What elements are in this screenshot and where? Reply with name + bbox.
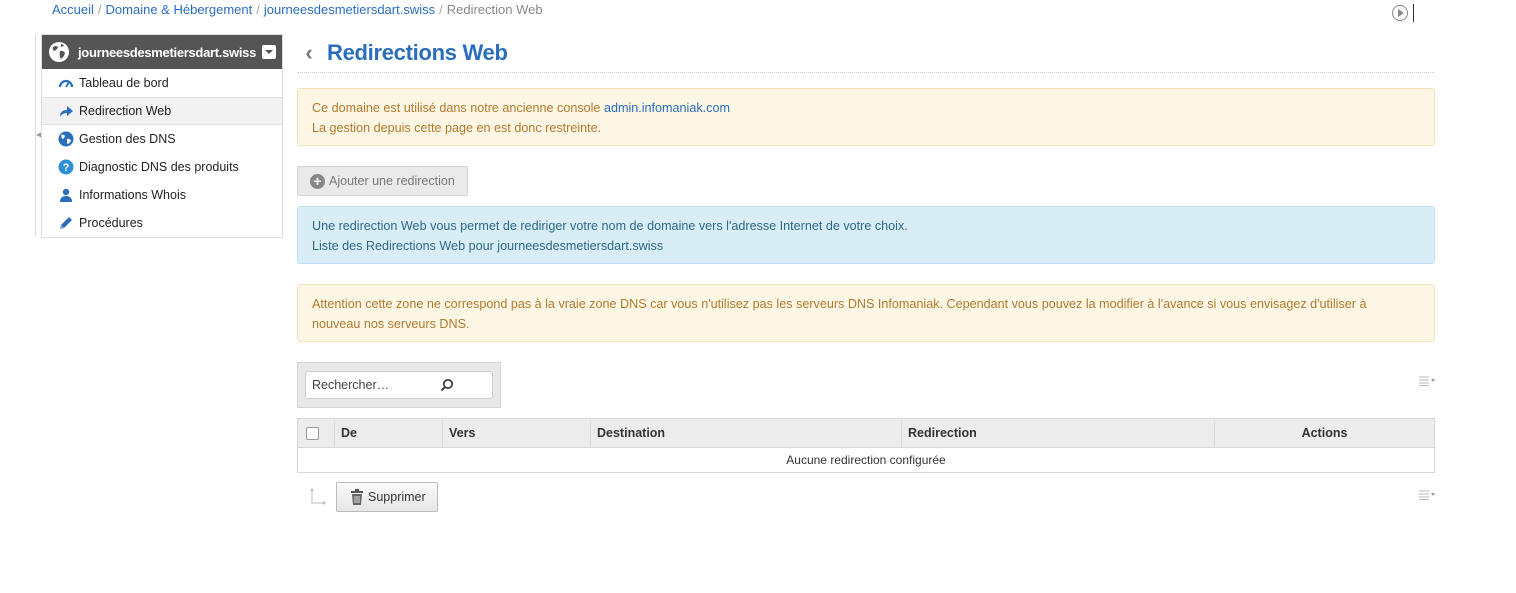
- select-all-cell: [297, 418, 335, 448]
- table-footer-actions: Supprimer: [297, 482, 1435, 512]
- page-title: Redirections Web: [327, 40, 508, 65]
- legacy-console-line2: La gestion depuis cette page en est donc…: [312, 121, 602, 135]
- plus-circle-icon: +: [310, 173, 325, 189]
- chevron-down-icon[interactable]: [262, 45, 276, 59]
- column-header-vers[interactable]: Vers: [442, 418, 591, 448]
- back-chevron-icon[interactable]: ‹: [299, 40, 319, 66]
- info-line-2: Liste des Redirections Web pour journees…: [312, 239, 664, 253]
- add-redirection-button[interactable]: + Ajouter une redirection: [297, 166, 468, 196]
- sidebar-item-dns[interactable]: Gestion des DNS: [42, 125, 282, 153]
- page-header: ‹ Redirections Web: [297, 34, 1435, 73]
- select-all-checkbox[interactable]: [306, 427, 319, 441]
- sidebar-item-procedures[interactable]: Procédures: [42, 209, 282, 237]
- domain-name: journeesdesmetiersdart.swiss: [78, 44, 257, 60]
- info-alert: Une redirection Web vous permet de redir…: [297, 206, 1435, 264]
- sidebar-item-label: Gestion des DNS: [79, 132, 176, 146]
- breadcrumb-separator: /: [439, 2, 443, 17]
- sidebar-item-dashboard[interactable]: Tableau de bord: [42, 69, 282, 97]
- table-row: Aucune redirection configurée: [297, 447, 1435, 473]
- add-redirection-label: Ajouter une redirection: [329, 174, 455, 188]
- trash-icon: [350, 489, 364, 505]
- add-button-wrapper: + Ajouter une redirection: [297, 166, 468, 196]
- redirections-table: De Vers Destination Redirection Actions …: [297, 418, 1435, 473]
- breadcrumb-hosting-link[interactable]: Domaine & Hébergement: [106, 2, 253, 17]
- sidebar-item-label: Redirection Web: [79, 104, 172, 118]
- dns-warning-text: Attention cette zone ne correspond pas à…: [312, 297, 1367, 331]
- footer-list-options-icon[interactable]: [1419, 490, 1435, 500]
- help-icon: ?: [57, 158, 75, 176]
- text-cursor: [1413, 4, 1414, 22]
- empty-table-message: Aucune redirection configurée: [297, 447, 1435, 473]
- sidebar-item-label: Diagnostic DNS des produits: [79, 160, 239, 174]
- search-icon[interactable]: [402, 375, 492, 395]
- breadcrumb-current: Redirection Web: [446, 2, 543, 17]
- dns-zone-warning: Attention cette zone ne correspond pas à…: [297, 284, 1435, 342]
- breadcrumb-separator: /: [256, 2, 260, 17]
- main-content: ‹ Redirections Web Ce domaine est utilis…: [297, 34, 1435, 512]
- top-right-controls: [1392, 4, 1414, 22]
- list-options-icon[interactable]: [1419, 376, 1435, 386]
- column-header-redirection[interactable]: Redirection: [901, 418, 1215, 448]
- sidebar-item-whois[interactable]: Informations Whois: [42, 181, 282, 209]
- breadcrumb-separator: /: [97, 2, 102, 17]
- breadcrumb: Accueil / Domaine & Hébergement / journeesde…: [52, 2, 543, 17]
- sidebar-item-label: Procédures: [79, 216, 143, 230]
- search-container: Rechercher…: [297, 362, 501, 408]
- column-header-de[interactable]: De: [334, 418, 443, 448]
- sidebar-item-label: Tableau de bord: [79, 76, 169, 90]
- table-header-row: De Vers Destination Redirection Actions: [297, 418, 1435, 448]
- legacy-console-alert: Ce domaine est utilisé dans notre ancien…: [297, 88, 1435, 146]
- delete-button-label: Supprimer: [368, 490, 426, 504]
- breadcrumb-home-link[interactable]: Accueil: [52, 2, 94, 17]
- info-line-1: Une redirection Web vous permet de redir…: [312, 219, 908, 233]
- globe-icon: [57, 130, 75, 148]
- pencil-icon: [57, 214, 75, 232]
- domain-selector[interactable]: journeesdesmetiersdart.swiss: [42, 35, 282, 69]
- column-header-actions: Actions: [1214, 418, 1435, 448]
- legacy-console-text: Ce domaine est utilisé dans notre ancien…: [312, 101, 601, 115]
- sidebar-item-redirection-web[interactable]: Redirection Web: [42, 97, 282, 125]
- globe-icon: [48, 41, 70, 63]
- svg-text:?: ?: [63, 162, 70, 174]
- search-input[interactable]: Rechercher…: [305, 371, 493, 399]
- select-corner-arrow-icon: [309, 487, 329, 507]
- sidebar: journeesdesmetiersdart.swiss Tableau de …: [41, 34, 283, 238]
- search-placeholder: Rechercher…: [312, 378, 390, 392]
- column-header-destination[interactable]: Destination: [590, 418, 902, 448]
- delete-button[interactable]: Supprimer: [336, 482, 438, 512]
- user-icon: [57, 186, 75, 204]
- breadcrumb-domain-link[interactable]: journeesdesmetiersdart.swiss: [264, 2, 435, 17]
- sidebar-item-diagnostic[interactable]: ? Diagnostic DNS des produits: [42, 153, 282, 181]
- legacy-console-link[interactable]: admin.infomaniak.com: [604, 101, 730, 115]
- dashboard-icon: [57, 74, 75, 92]
- redirect-arrow-icon: [57, 102, 75, 120]
- sidebar-item-label: Informations Whois: [79, 188, 186, 202]
- play-circle-icon[interactable]: [1392, 5, 1408, 21]
